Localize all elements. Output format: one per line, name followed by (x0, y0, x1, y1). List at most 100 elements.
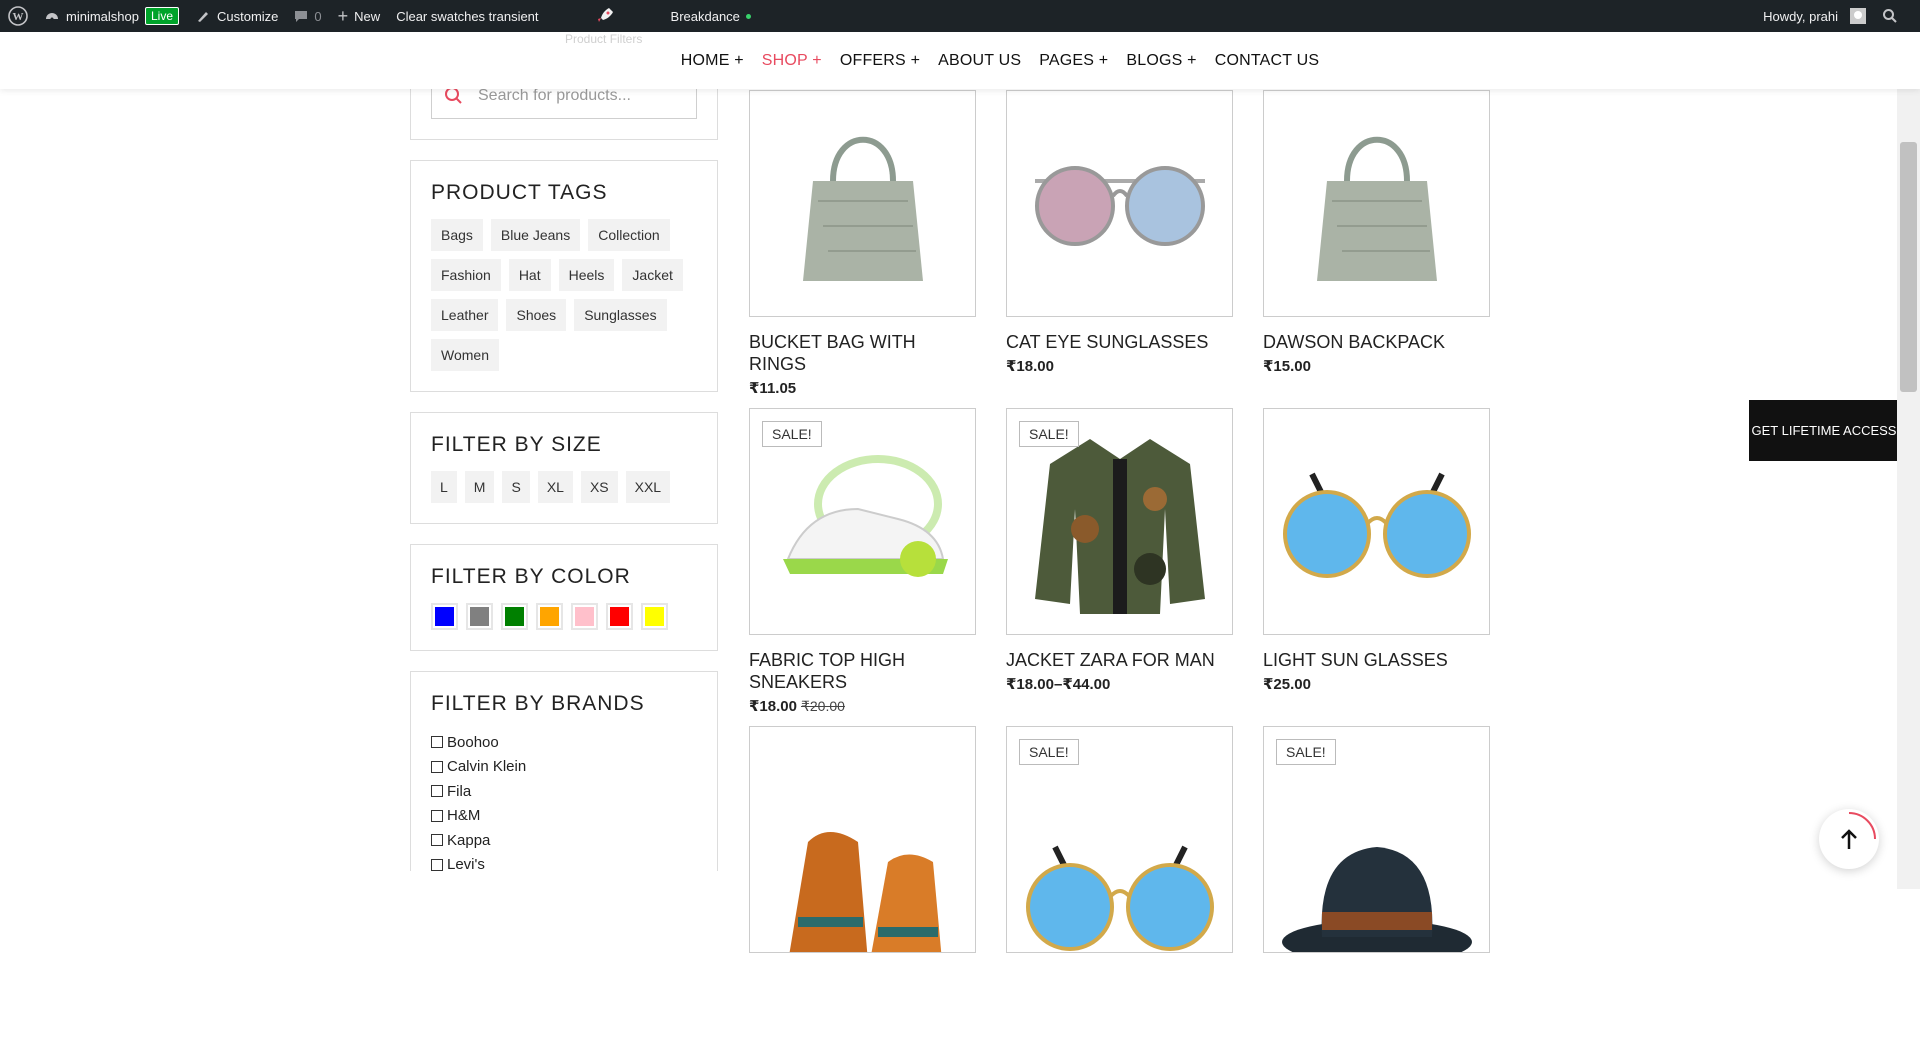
tag-link[interactable]: Jacket (622, 259, 683, 291)
brand-checkbox[interactable] (431, 760, 443, 773)
rocket-link[interactable] (587, 0, 623, 32)
tag-link[interactable]: Shoes (506, 299, 567, 331)
shop-sidebar: Search for products... PRODUCT TAGS Bags… (410, 60, 718, 891)
nav-blogs[interactable]: BLOGS + (1126, 52, 1196, 70)
size-option[interactable]: XL (537, 471, 573, 503)
current-price: ₹18.00–₹44.00 (1006, 676, 1111, 693)
product-image[interactable] (1263, 90, 1490, 317)
search-input[interactable]: Search for products... (478, 87, 631, 105)
product-title[interactable]: JACKET ZARA FOR MAN (1006, 649, 1233, 671)
scrollbar-thumb[interactable] (1900, 142, 1917, 392)
color-swatch[interactable] (536, 603, 563, 630)
clear-swatches-label: Clear swatches transient (396, 8, 539, 24)
brand-label: Kappa (447, 831, 491, 849)
product-image[interactable] (749, 90, 976, 317)
product-title[interactable]: DAWSON BACKPACK (1263, 331, 1490, 353)
product-title[interactable]: CAT EYE SUNGLASSES (1006, 331, 1233, 353)
product-card[interactable]: CAT EYE SUNGLASSES ₹18.00 (1006, 90, 1233, 408)
color-swatch[interactable] (606, 603, 633, 630)
get-lifetime-access-button[interactable]: GET LIFETIME ACCESS (1749, 400, 1899, 461)
page-scrollbar[interactable] (1897, 32, 1920, 889)
brand-option[interactable]: Calvin Klein (431, 755, 697, 780)
brand-checkbox[interactable] (431, 858, 443, 871)
size-option[interactable]: L (431, 471, 457, 503)
color-swatch[interactable] (571, 603, 598, 630)
color-swatch[interactable] (431, 603, 458, 630)
tag-link[interactable]: Sunglasses (574, 299, 667, 331)
product-image[interactable]: SALE! (1006, 726, 1233, 953)
product-card[interactable]: LIGHT SUN GLASSES ₹25.00 (1263, 408, 1490, 726)
nav-contact[interactable]: CONTACT US (1215, 52, 1320, 70)
brand-label: Boohoo (447, 733, 499, 751)
size-option[interactable]: XXL (625, 471, 671, 503)
product-image[interactable] (1263, 408, 1490, 635)
wordpress-logo-icon[interactable]: W (0, 0, 36, 32)
product-card[interactable]: DAWSON BACKPACK ₹15.00 (1263, 90, 1490, 408)
color-swatch-fill (540, 607, 559, 626)
size-list: L M S XL XS XXL (431, 471, 697, 503)
product-card[interactable]: SALE! (1006, 726, 1233, 1044)
product-card[interactable]: SALE! (1263, 726, 1490, 1044)
nav-about[interactable]: ABOUT US (938, 52, 1021, 70)
product-price: ₹11.05 (749, 379, 976, 397)
breakdance-link[interactable]: Breakdance (663, 0, 759, 32)
color-swatch-fill (575, 607, 594, 626)
tag-link[interactable]: Collection (588, 219, 670, 251)
admin-search[interactable] (1874, 0, 1906, 32)
brand-checkbox[interactable] (431, 809, 443, 822)
brand-option[interactable]: Kappa (431, 828, 697, 853)
product-title[interactable]: FABRIC TOP HIGH SNEAKERS (749, 649, 976, 693)
size-option[interactable]: XS (580, 471, 618, 503)
nav-offers[interactable]: OFFERS + (840, 52, 920, 70)
product-image[interactable]: SALE! (1263, 726, 1490, 953)
tag-link[interactable]: Bags (431, 219, 483, 251)
color-swatch-fill (435, 607, 454, 626)
clear-swatches-link[interactable]: Clear swatches transient (388, 0, 546, 32)
size-option[interactable]: M (464, 471, 495, 503)
customize-link[interactable]: Customize (187, 0, 286, 32)
color-swatch[interactable] (501, 603, 528, 630)
tag-link[interactable]: Leather (431, 299, 499, 331)
color-swatch[interactable] (466, 603, 493, 630)
product-title[interactable]: BUCKET BAG WITH RINGS (749, 331, 976, 375)
site-name-link[interactable]: minimalshop Live (36, 0, 187, 32)
product-card[interactable]: BUCKET BAG WITH RINGS ₹11.05 (749, 90, 976, 408)
brand-option[interactable]: Levi's (431, 853, 697, 878)
current-price: ₹11.05 (749, 380, 797, 397)
product-image[interactable]: SALE! (1006, 408, 1233, 635)
comments-link[interactable]: 0 (286, 0, 329, 32)
scroll-to-top-button[interactable] (1819, 809, 1879, 869)
product-price: ₹25.00 (1263, 675, 1490, 693)
nav-shop[interactable]: SHOP + (762, 52, 822, 70)
heels-icon (768, 802, 958, 952)
brand-checkbox[interactable] (431, 785, 443, 798)
new-content-link[interactable]: + New (330, 0, 389, 32)
brand-option[interactable]: H&M (431, 804, 697, 829)
brand-option[interactable]: Fila (431, 779, 697, 804)
product-price: ₹18.00 (1006, 357, 1233, 375)
brand-checkbox[interactable] (431, 834, 443, 847)
product-image[interactable]: SALE! (749, 408, 976, 635)
tag-link[interactable]: Women (431, 339, 499, 371)
brand-label: Fila (447, 782, 472, 800)
original-price: ₹20.00 (800, 698, 845, 714)
brand-option[interactable]: Boohoo (431, 730, 697, 755)
nav-home[interactable]: HOME + (681, 52, 744, 70)
color-swatch[interactable] (641, 603, 668, 630)
product-image[interactable] (1006, 90, 1233, 317)
product-card[interactable] (749, 726, 976, 1044)
product-card[interactable]: SALE! FABRIC TOP HIGH SNEAKERS ₹18.00 ₹20.0… (749, 408, 976, 726)
nav-pages[interactable]: PAGES + (1039, 52, 1108, 70)
product-image[interactable] (749, 726, 976, 953)
tag-link[interactable]: Fashion (431, 259, 501, 291)
size-option[interactable]: S (502, 471, 530, 503)
account-link[interactable]: Howdy, prahi (1755, 0, 1874, 32)
round-glasses-icon (1272, 454, 1482, 589)
brand-checkbox[interactable] (431, 736, 443, 749)
tag-link[interactable]: Blue Jeans (490, 219, 581, 251)
color-swatch-fill (610, 607, 629, 626)
product-title[interactable]: LIGHT SUN GLASSES (1263, 649, 1490, 671)
product-card[interactable]: SALE! JACKET ZARA FOR MAN ₹18.00–₹44.00 (1006, 408, 1233, 726)
tag-link[interactable]: Heels (558, 259, 615, 291)
tag-link[interactable]: Hat (508, 259, 551, 291)
